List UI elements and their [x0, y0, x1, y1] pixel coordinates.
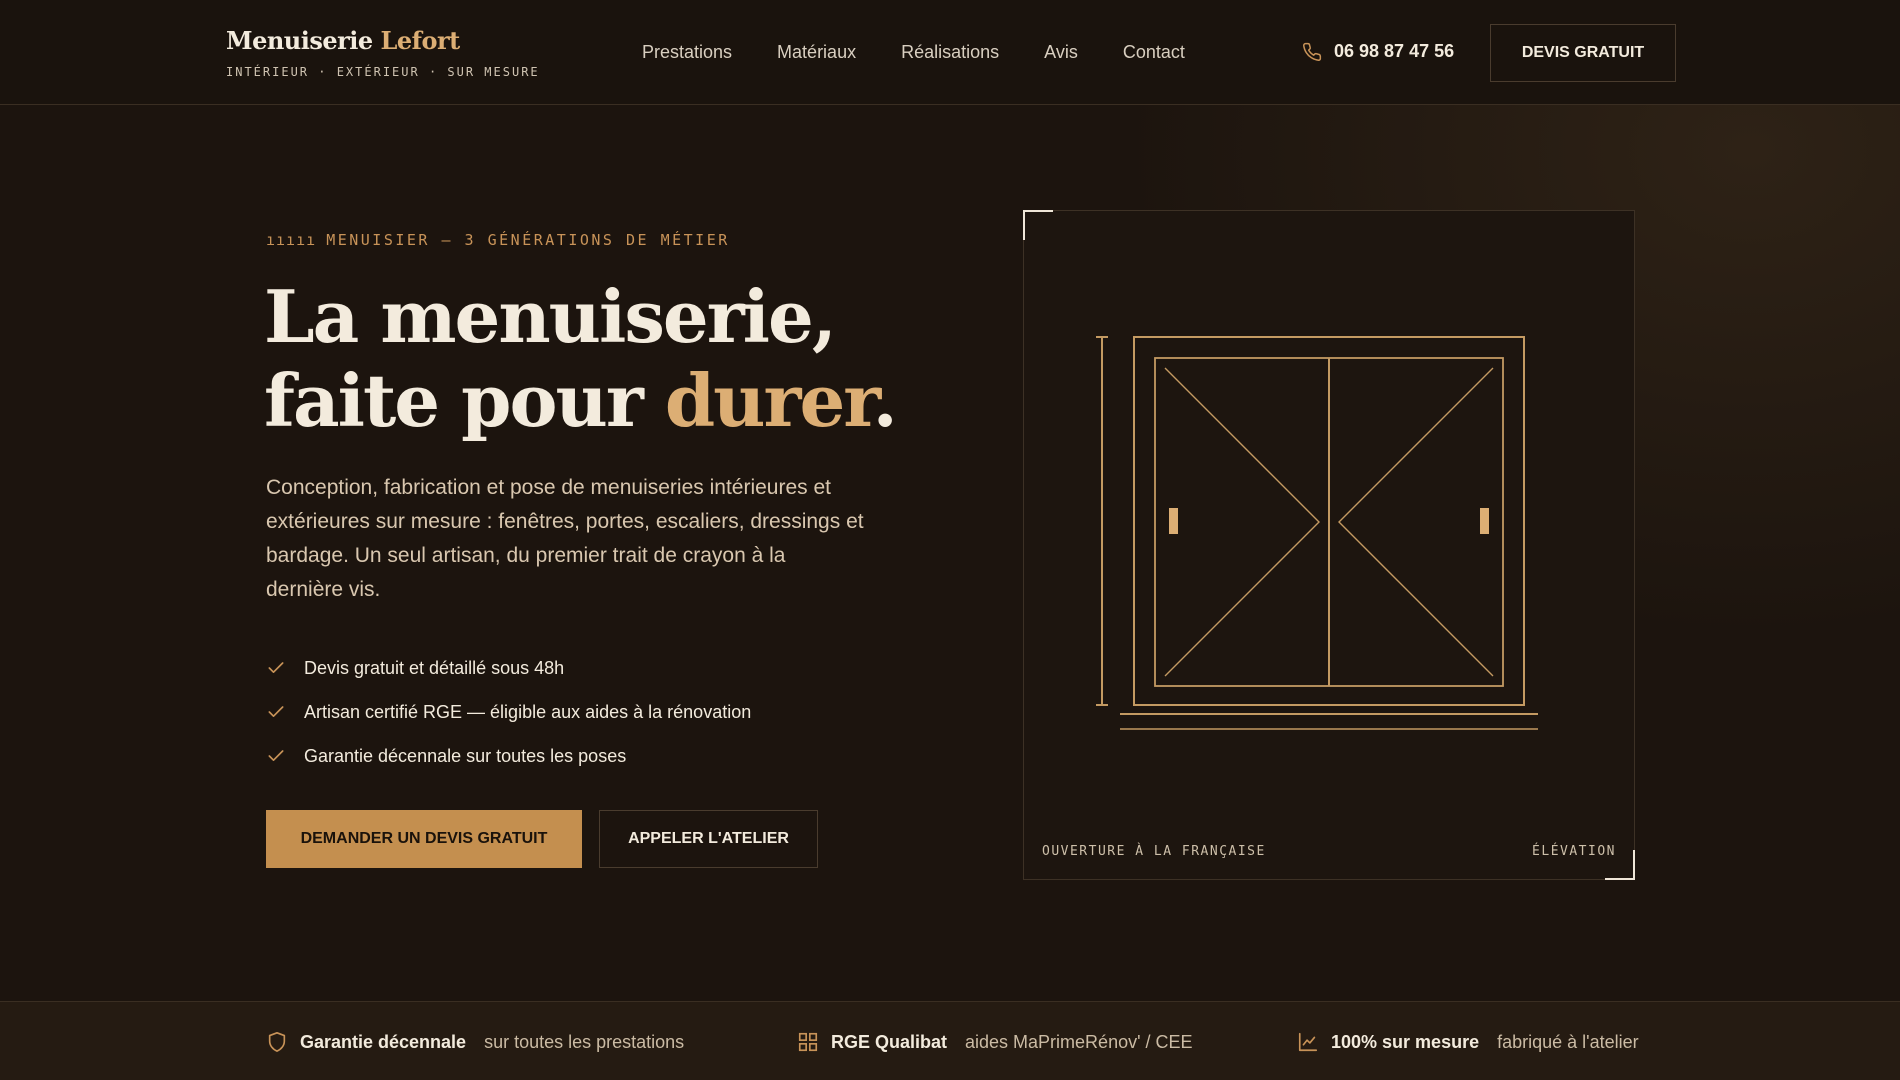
nav-link-prestations[interactable]: Prestations	[642, 42, 732, 63]
nav-link-realisations[interactable]: Réalisations	[901, 42, 999, 63]
main-nav: Prestations Matériaux Réalisations Avis …	[642, 42, 1185, 63]
hero-title-line2: faite pour	[264, 358, 665, 443]
check-icon	[268, 706, 284, 717]
eyebrow-text: MENUISIER — 3 GÉNÉRATIONS DE MÉTIER	[326, 231, 730, 249]
brand[interactable]: Menuiserie Lefort INTÉRIEUR · EXTÉRIEUR …	[226, 26, 540, 79]
grid-icon	[798, 1032, 818, 1052]
trust-title: Garantie décennale	[300, 1031, 467, 1052]
header-quote-button[interactable]: DEVIS GRATUIT	[1490, 24, 1676, 82]
window-drawing	[1096, 336, 1538, 730]
feature-text: Devis gratuit et détaillé sous 48h	[304, 657, 565, 678]
call-workshop-button[interactable]: APPELER L'ATELIER	[599, 810, 818, 868]
list-item: Artisan certifié RGE — éligible aux aide…	[266, 690, 751, 734]
chart-icon	[1298, 1032, 1318, 1052]
trust-subtitle: sur toutes les prestations	[484, 1031, 685, 1052]
feature-text: Artisan certifié RGE — éligible aux aide…	[304, 701, 752, 722]
window-illustration: OUVERTURE À LA FRANÇAISE ÉLÉVATION	[1023, 210, 1635, 880]
list-item: Garantie décennale sur toutes les poses	[266, 734, 751, 778]
hero-lead: Conception, fabrication et pose de menui…	[266, 476, 864, 601]
hero-title-line1: La menuiserie,	[264, 274, 837, 359]
trust-badge-custom: 100% sur mesure fabriqué à l'atelier	[1297, 1031, 1639, 1053]
hero-eyebrow: ııııı MENUISIER — 3 GÉNÉRATIONS DE MÉTIE…	[266, 231, 730, 249]
trust-subtitle: aides MaPrimeRénov' / CEE	[965, 1031, 1193, 1052]
check-icon	[268, 750, 284, 761]
trust-subtitle: fabriqué à l'atelier	[1497, 1031, 1639, 1052]
phone-number: 06 98 87 47 56	[1334, 41, 1455, 61]
phone-icon	[1303, 42, 1322, 61]
nav-link-materiaux[interactable]: Matériaux	[777, 42, 856, 63]
feature-text: Garantie décennale sur toutes les poses	[304, 745, 627, 766]
hero-title-accent: durer	[664, 358, 875, 443]
request-quote-button[interactable]: DEMANDER UN DEVIS GRATUIT	[266, 810, 582, 868]
site-header: Menuiserie Lefort INTÉRIEUR · EXTÉRIEUR …	[0, 0, 1900, 105]
trust-badge-rge: RGE Qualibat aides MaPrimeRénov' / CEE	[797, 1031, 1193, 1053]
nav-link-contact[interactable]: Contact	[1123, 42, 1185, 63]
caption-left: OUVERTURE À LA FRANÇAISE	[1042, 844, 1266, 859]
phone-link[interactable]: 06 98 87 47 56	[1302, 41, 1454, 62]
feature-list: Devis gratuit et détaillé sous 48h Artis…	[266, 646, 751, 778]
trust-strip: Garantie décennale sur toutes les presta…	[0, 1001, 1900, 1080]
trust-title: RGE Qualibat	[831, 1031, 948, 1052]
hero-title: La menuiserie, faite pour durer.	[264, 274, 898, 443]
brand-name-accent: Lefort	[380, 26, 461, 55]
brand-name: Menuiserie Lefort	[226, 26, 540, 55]
list-item: Devis gratuit et détaillé sous 48h	[266, 646, 751, 690]
check-icon	[268, 662, 284, 673]
trust-badge-guarantee: Garantie décennale sur toutes les presta…	[266, 1031, 684, 1053]
nav-link-avis[interactable]: Avis	[1044, 42, 1078, 63]
trust-title: 100% sur mesure	[1331, 1031, 1480, 1052]
brand-name-main: Menuiserie	[226, 26, 373, 55]
caption-right: ÉLÉVATION	[1532, 844, 1616, 859]
corner-mark-top-left	[1023, 210, 1053, 240]
eyebrow-marks: ııııı	[266, 231, 327, 249]
shield-icon	[268, 1032, 286, 1052]
hero-title-suffix: .	[872, 358, 898, 443]
brand-tagline: INTÉRIEUR · EXTÉRIEUR · SUR MESURE	[226, 65, 540, 79]
